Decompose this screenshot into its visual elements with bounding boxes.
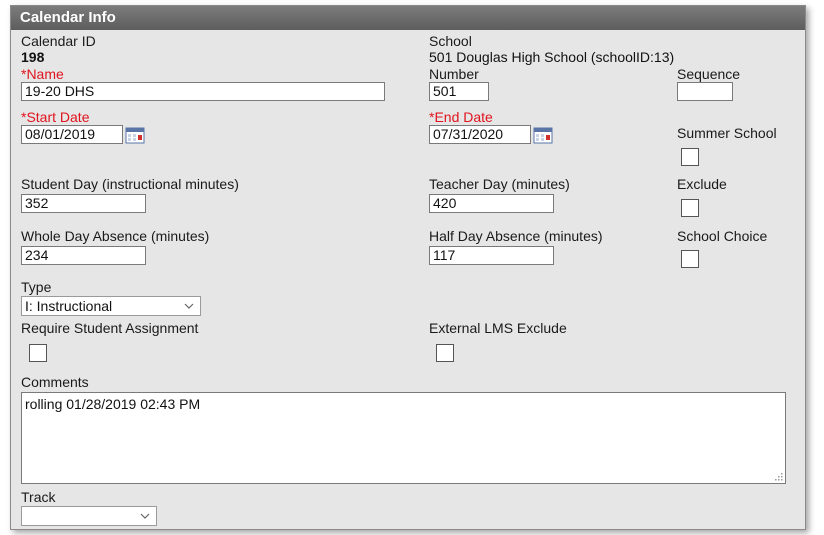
external-lms-exclude-checkbox[interactable] [436,344,454,362]
require-student-assignment-label: Require Student Assignment [21,320,199,336]
half-day-absence-input[interactable]: 117 [429,246,554,265]
type-label: Type [21,279,52,295]
calendar-picker-icon[interactable] [124,125,146,145]
number-label: Number [429,66,479,82]
track-select[interactable] [21,506,157,526]
sequence-label: Sequence [677,66,741,82]
comments-textarea[interactable]: rolling 01/28/2019 02:43 PM [21,392,786,484]
panel-header: Calendar Info [11,6,805,30]
school-choice-checkbox[interactable] [681,250,699,268]
start-date-label: *Start Date [21,109,90,125]
require-student-assignment-checkbox[interactable] [29,344,47,362]
chevron-down-icon [140,513,150,519]
sequence-input[interactable] [677,82,733,101]
calendar-id-value: 198 [21,49,45,65]
teacher-day-label: Teacher Day (minutes) [429,176,570,192]
exclude-checkbox[interactable] [681,199,699,217]
student-day-label: Student Day (instructional minutes) [21,176,239,192]
name-input[interactable]: 19-20 DHS [21,82,385,101]
calendar-picker-icon[interactable] [532,125,554,145]
calendar-info-panel: Calendar Info Calendar ID 198 School 501… [10,5,806,530]
summer-school-checkbox[interactable] [681,148,699,166]
whole-day-absence-label: Whole Day Absence (minutes) [21,228,210,244]
calendar-id-label: Calendar ID [21,33,96,49]
comments-label: Comments [21,374,89,390]
chevron-down-icon [184,303,194,309]
resize-grip-icon[interactable] [774,472,783,481]
comments-text: rolling 01/28/2019 02:43 PM [25,396,201,412]
external-lms-exclude-label: External LMS Exclude [429,320,567,336]
school-value: 501 Douglas High School (schoolID:13) [429,49,675,65]
half-day-absence-label: Half Day Absence (minutes) [429,228,603,244]
start-date-input[interactable]: 08/01/2019 [21,125,123,144]
exclude-label: Exclude [677,176,727,192]
end-date-label: *End Date [429,109,493,125]
type-selected-value: I: Instructional [25,298,113,314]
teacher-day-input[interactable]: 420 [429,194,554,213]
school-choice-label: School Choice [677,228,768,244]
end-date-input[interactable]: 07/31/2020 [429,125,531,144]
whole-day-absence-input[interactable]: 234 [21,246,146,265]
number-input[interactable]: 501 [429,82,489,101]
summer-school-label: Summer School [677,125,777,141]
name-label: *Name [21,66,64,82]
type-select[interactable]: I: Instructional [21,296,201,316]
school-label: School [429,33,472,49]
track-label: Track [21,489,56,505]
student-day-input[interactable]: 352 [21,194,146,213]
